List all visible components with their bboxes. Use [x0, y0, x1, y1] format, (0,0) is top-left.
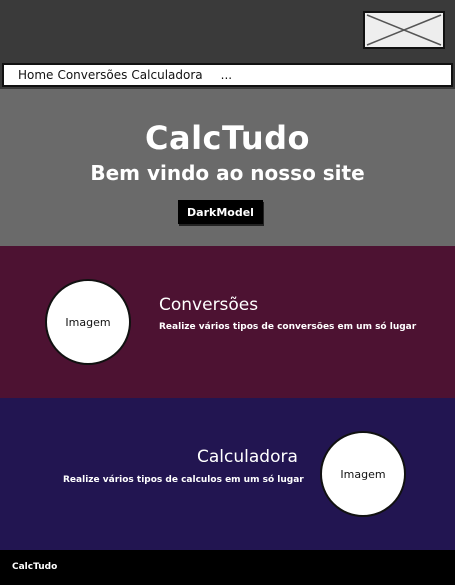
image-placeholder-icon: [363, 11, 445, 49]
footer-brand: CalcTudo: [12, 562, 58, 572]
nav-link-conversoes[interactable]: Conversões: [57, 68, 127, 82]
conversions-description: Realize vários tipos de conversões em um…: [159, 322, 417, 332]
nav-link-calculadora[interactable]: Calculadora: [131, 68, 202, 82]
footer: CalcTudo: [0, 550, 455, 585]
conversions-image-placeholder: Imagem: [45, 279, 131, 365]
calculator-section: Calculadora Realize vários tipos de calc…: [0, 398, 455, 550]
top-bar: Home Conversões Calculadora ...: [0, 0, 455, 88]
image-label: Imagem: [65, 315, 111, 329]
conversions-title[interactable]: Conversões: [159, 295, 258, 315]
conversions-section: Imagem Conversões Realize vários tipos d…: [0, 246, 455, 398]
calculator-image-placeholder: Imagem: [320, 431, 406, 517]
page: Home Conversões Calculadora ... CalcTudo…: [0, 0, 455, 585]
calculator-description: Realize vários tipos de calculos em um s…: [63, 475, 304, 485]
nav-more-link[interactable]: ...: [221, 68, 232, 82]
nav-bar: Home Conversões Calculadora ...: [2, 63, 453, 87]
image-label: Imagem: [340, 467, 386, 481]
dark-mode-button[interactable]: DarkModel: [178, 200, 263, 224]
hero-title: CalcTudo: [145, 119, 310, 157]
hero-subtitle: Bem vindo ao nosso site: [90, 161, 365, 185]
hero-section: CalcTudo Bem vindo ao nosso site DarkMod…: [0, 89, 455, 246]
calculator-title[interactable]: Calculadora: [197, 447, 298, 467]
nav-link-home[interactable]: Home: [18, 68, 53, 82]
